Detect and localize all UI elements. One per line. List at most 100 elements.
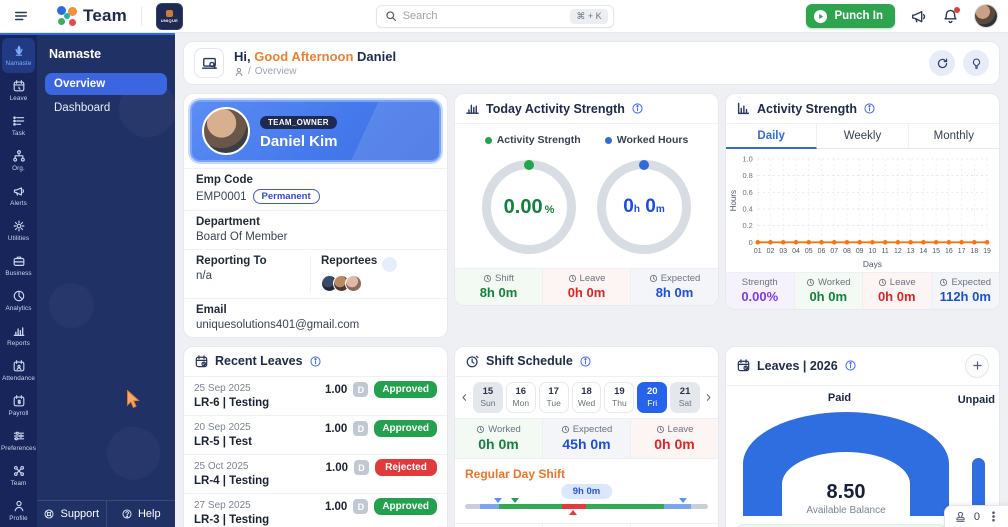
shift-detail-effective: Effective0h 0m <box>630 524 718 527</box>
shift-duration-badge: 9h 0m <box>561 484 612 499</box>
bulb-icon <box>970 57 983 70</box>
clock-icon <box>561 425 570 434</box>
sidebar-item-namaste[interactable]: Namaste <box>2 38 35 73</box>
add-leave-button[interactable] <box>965 354 989 378</box>
day-chip-mon[interactable]: 16Mon <box>506 382 536 413</box>
sidebar-item-analytics[interactable]: Analytics <box>0 283 37 318</box>
emp-code-row: Emp Code EMP0001Permanent <box>184 168 447 210</box>
bar-chart-icon <box>736 101 751 116</box>
svg-text:11: 11 <box>882 248 889 255</box>
clock-icon <box>568 274 577 283</box>
status-badge: Rejected <box>375 459 437 476</box>
reporting-row: Reporting To n/a Reportees <box>184 249 447 298</box>
day-chip-fri[interactable]: 20Fri <box>637 382 667 413</box>
stat-leave: Leave0h 0m <box>542 269 630 305</box>
svg-text:0.4: 0.4 <box>742 204 752 213</box>
help-button[interactable]: Help <box>106 501 176 527</box>
shift-stats: Worked0h 0mExpected45h 0mLeave0h 0m <box>455 418 718 459</box>
divider <box>141 7 142 25</box>
search-shortcut: ⌘ + K <box>570 9 607 24</box>
reportees-avatars[interactable] <box>321 275 435 292</box>
tips-bulb-button[interactable] <box>963 50 989 76</box>
shift-schedule-card: Shift Schedule 15Sun16Mon17Tue18Wed19Thu… <box>454 346 719 527</box>
info-icon[interactable] <box>309 355 322 368</box>
recent-leaves-list: 25 Sep 2025LR-6 | Testing 1.00DApproved2… <box>184 377 447 527</box>
svg-text:19: 19 <box>983 248 991 255</box>
hamburger-menu-icon[interactable] <box>10 5 32 27</box>
reportee-avatar <box>345 275 362 292</box>
week-next-button[interactable] <box>703 393 714 402</box>
role-badge: TEAM_OWNER <box>260 116 337 129</box>
day-chip-sun[interactable]: 15Sun <box>473 382 503 413</box>
notifications-bell-icon[interactable] <box>942 8 959 25</box>
sidebar-item-business[interactable]: Business <box>0 248 37 283</box>
shift-name: Regular Day Shift <box>455 459 718 483</box>
svg-text:15: 15 <box>932 248 940 255</box>
leave-request-row[interactable]: 20 Sep 2025LR-5 | Test 1.00DApproved <box>184 415 447 454</box>
week-prev-button[interactable] <box>459 393 470 402</box>
leave-request-row[interactable]: 27 Sep 2025LR-3 | Testing 1.00DApproved <box>184 493 447 527</box>
day-chip-sat[interactable]: 21Sat <box>670 382 700 413</box>
tab-monthly[interactable]: Monthly <box>909 124 999 149</box>
sidebar-nav-overview[interactable]: Overview <box>45 73 167 95</box>
stat-expected: Expected112h 0m <box>931 273 1000 309</box>
svg-text:03: 03 <box>779 248 787 255</box>
sidebar-item-alerts[interactable]: Alerts <box>0 178 37 213</box>
sidebar-panel-items: OverviewDashboard <box>37 71 175 121</box>
announcements-icon[interactable] <box>910 8 927 25</box>
sidebar-item-task[interactable]: Task <box>0 108 37 143</box>
org-logo[interactable]: UNIQUE <box>156 3 183 30</box>
day-chip-wed[interactable]: 18Wed <box>572 382 602 413</box>
department-value: Board Of Member <box>196 231 435 243</box>
leave-request-row[interactable]: 25 Sep 2025LR-6 | Testing 1.00DApproved <box>184 377 447 415</box>
sidebar-item-reports[interactable]: Reports <box>0 318 37 353</box>
punch-in-button[interactable]: Punch In <box>806 4 895 28</box>
sidebar-nav-dashboard[interactable]: Dashboard <box>45 97 167 119</box>
tab-daily[interactable]: Daily <box>726 124 817 149</box>
hierarchy-icon[interactable] <box>382 257 397 272</box>
sidebar-item-attendance[interactable]: Attendance <box>0 353 37 388</box>
day-chip-tue[interactable]: 17Tue <box>539 382 569 413</box>
stamp-approval-icon[interactable] <box>954 510 967 523</box>
gauge-dot-blue <box>639 160 649 170</box>
kebab-menu-icon[interactable] <box>987 510 1000 523</box>
org-icon <box>12 149 26 163</box>
svg-text:08: 08 <box>843 248 851 255</box>
sidebar-item-org[interactable]: Org. <box>0 143 37 178</box>
shift-clock-icon <box>465 354 480 369</box>
business-icon <box>12 254 26 268</box>
leave-request-row[interactable]: 25 Oct 2025LR-4 | Testing 1.00DRejected <box>184 454 447 493</box>
leaves-calendar-icon <box>736 358 751 373</box>
paid-balance-gauge: 8.50 Available Balance <box>743 412 949 516</box>
timeline-marker <box>511 498 519 503</box>
attendance-icon <box>12 359 26 373</box>
support-button[interactable]: Support <box>37 501 106 527</box>
days-unit-badge: D <box>353 421 368 436</box>
svg-text:Days: Days <box>863 259 882 269</box>
profile-hero[interactable]: TEAM_OWNER Daniel Kim <box>190 100 441 162</box>
refresh-button[interactable] <box>929 50 955 76</box>
sidebar-item-utilities[interactable]: Utilities <box>0 213 37 248</box>
sidebar-item-leave[interactable]: Leave <box>0 73 37 108</box>
svg-text:10: 10 <box>869 248 877 255</box>
search-input[interactable] <box>403 10 565 22</box>
sidebar-item-team[interactable]: Team <box>0 458 37 493</box>
sidebar-item-preferences[interactable]: Preferences <box>0 423 37 458</box>
app-logo[interactable]: Team <box>56 5 127 27</box>
day-chip-thu[interactable]: 19Thu <box>604 382 634 413</box>
sidebar-item-payroll[interactable]: Payroll <box>0 388 37 423</box>
info-icon[interactable] <box>579 355 592 368</box>
leaves-summary-approved[interactable]: Approved0.00 <box>736 524 947 527</box>
namaste-icon <box>12 44 26 58</box>
user-avatar[interactable] <box>974 4 998 28</box>
home-person-icon[interactable] <box>234 67 244 77</box>
period-tabs: DailyWeeklyMonthly <box>726 124 999 149</box>
svg-text:09: 09 <box>856 248 864 255</box>
sidebar-item-profile[interactable]: Profile <box>0 493 37 527</box>
info-icon[interactable] <box>844 359 857 372</box>
tab-weekly[interactable]: Weekly <box>817 124 908 149</box>
info-icon[interactable] <box>631 102 644 115</box>
info-icon[interactable] <box>863 102 876 115</box>
global-search[interactable]: ⌘ + K <box>376 5 614 28</box>
shift-timeline-bar <box>465 504 708 509</box>
